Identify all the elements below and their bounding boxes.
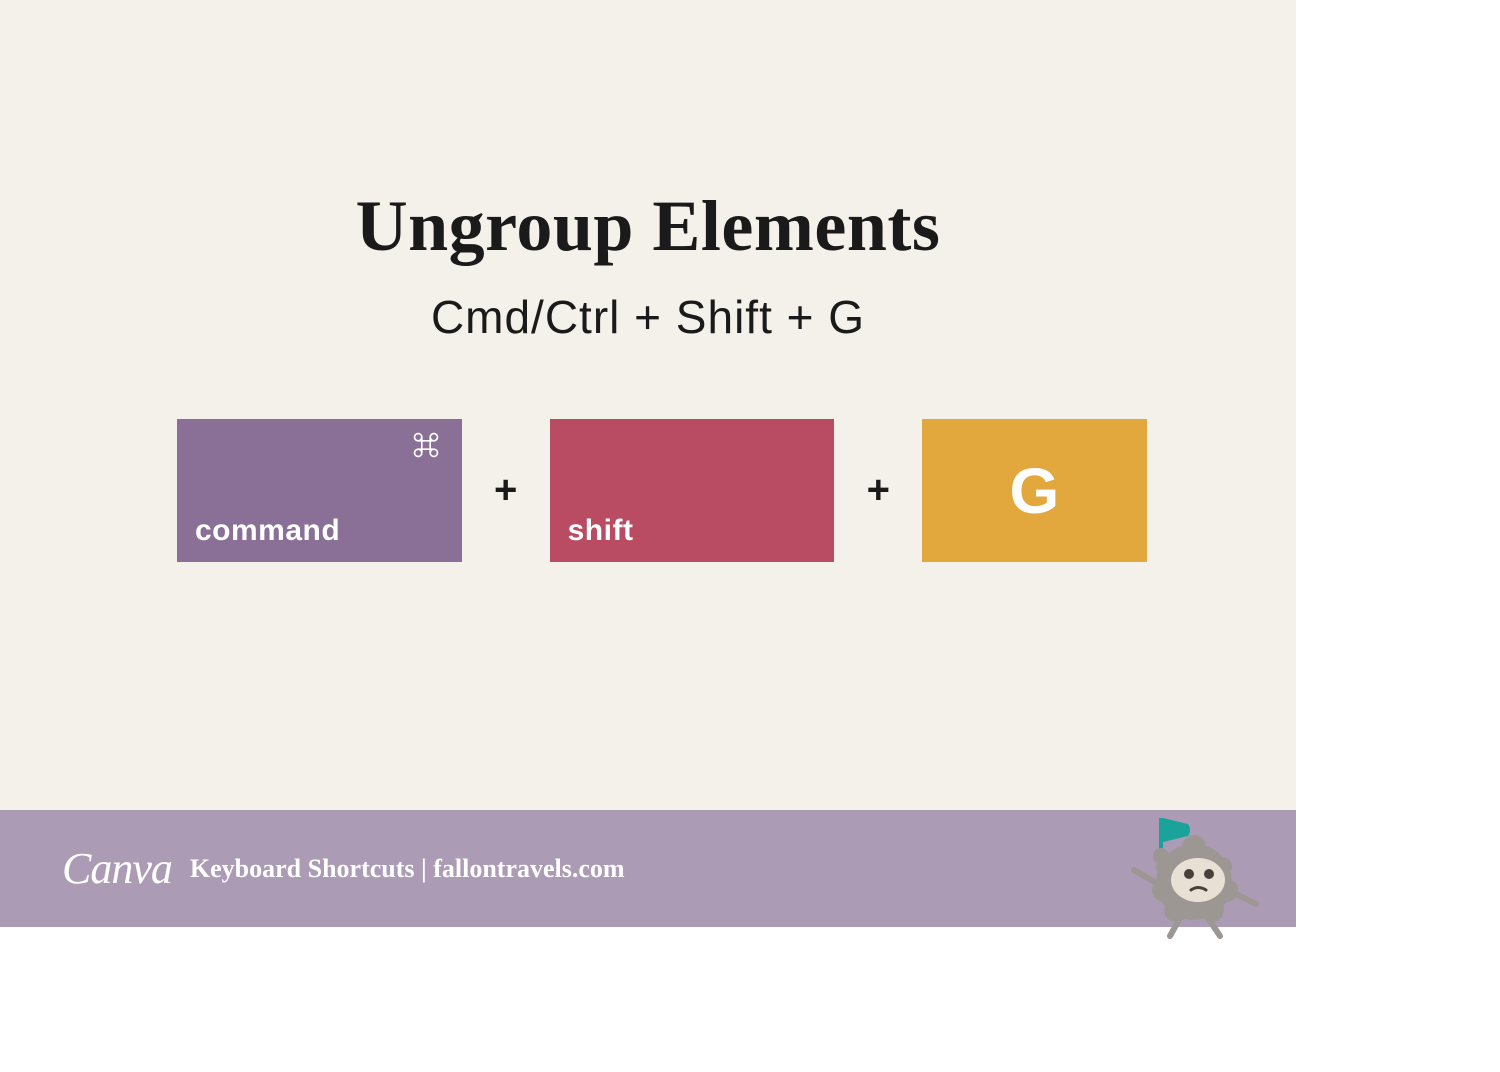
g-key-label: G	[1009, 459, 1059, 523]
footer-bar: Canva Keyboard Shortcuts | fallontravels…	[0, 810, 1296, 927]
g-key: G	[922, 419, 1147, 562]
command-key: command	[177, 419, 462, 562]
slide-subtitle: Cmd/Ctrl + Shift + G	[0, 290, 1296, 344]
canva-logo: Canva	[62, 843, 172, 894]
shift-key: shift	[550, 419, 835, 562]
slide-canvas: Ungroup Elements Cmd/Ctrl + Shift + G co…	[0, 0, 1296, 927]
shift-key-label: shift	[568, 514, 634, 548]
command-icon	[412, 431, 440, 464]
keyboard-row: command + shift + G	[177, 419, 1147, 562]
plus-separator: +	[834, 468, 922, 513]
slide-title: Ungroup Elements	[0, 185, 1296, 268]
command-key-label: command	[195, 514, 340, 548]
mascot-character	[1116, 812, 1266, 940]
footer-text: Keyboard Shortcuts | fallontravels.com	[190, 854, 625, 884]
plus-separator: +	[462, 468, 550, 513]
